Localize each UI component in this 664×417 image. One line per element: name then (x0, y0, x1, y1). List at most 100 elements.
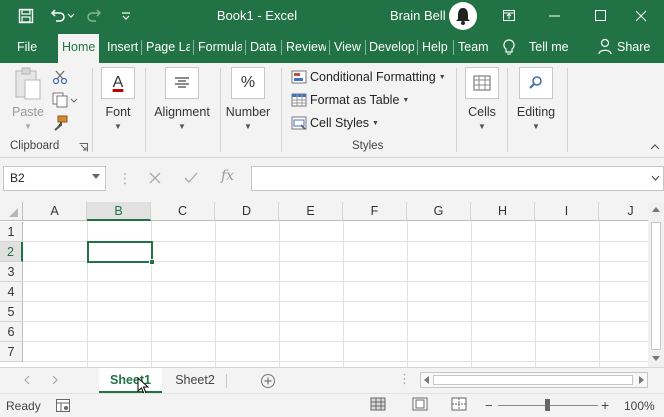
row-header-1[interactable]: 1 (0, 222, 23, 242)
scroll-down-icon[interactable] (652, 356, 660, 362)
format-as-table-dropdown-icon: ▼ (402, 96, 410, 104)
vertical-scroll-thumb[interactable] (651, 222, 661, 350)
format-painter-icon[interactable] (52, 115, 68, 131)
tab-help[interactable]: Help (422, 31, 450, 63)
tab-view[interactable]: View (334, 31, 362, 63)
editing-button[interactable]: Editing ▼ (513, 67, 559, 131)
percent-icon: % (231, 67, 265, 99)
close-icon[interactable] (618, 0, 664, 31)
zoom-in-icon[interactable]: + (601, 397, 609, 413)
ribbon-display-options-icon[interactable] (486, 0, 532, 31)
share-button[interactable]: Share (617, 31, 650, 63)
row-header-7[interactable]: 7 (0, 342, 23, 362)
column-header-d[interactable]: D (215, 202, 279, 221)
paste-dropdown-icon[interactable]: ▼ (10, 122, 46, 131)
tab-page-layout[interactable]: Page Layout (146, 31, 190, 63)
column-header-b[interactable]: B (87, 202, 151, 221)
row-header-6[interactable]: 6 (0, 322, 23, 342)
paste-button[interactable]: Paste ▼ (10, 67, 46, 131)
paste-label: Paste (12, 105, 44, 119)
format-as-table-label: Format as Table (310, 93, 400, 107)
maximize-icon[interactable] (577, 0, 623, 31)
cell-styles-icon (291, 116, 307, 130)
column-header-h[interactable]: H (471, 202, 535, 221)
column-header-e[interactable]: E (279, 202, 343, 221)
tab-developer[interactable]: Developer (369, 31, 414, 63)
cell-styles-label: Cell Styles (310, 116, 370, 130)
scroll-left-icon[interactable] (423, 376, 429, 384)
sheet-scroll-right-icon[interactable] (52, 376, 58, 384)
column-header-g[interactable]: G (407, 202, 471, 221)
format-as-table-icon (291, 93, 307, 107)
horizontal-scrollbar[interactable] (420, 372, 648, 388)
tab-insert[interactable]: Insert (107, 31, 139, 63)
row-header-5[interactable]: 5 (0, 302, 23, 322)
column-header-a[interactable]: A (23, 202, 87, 221)
expand-formula-bar-icon[interactable] (651, 175, 660, 181)
title-bar: Book1 - Excel Brain Bell (0, 0, 664, 31)
tab-splitter-icon[interactable]: ⋮ (398, 371, 411, 387)
normal-view-icon[interactable] (370, 397, 386, 411)
row-header-2[interactable]: 2 (0, 242, 23, 262)
cut-icon[interactable] (52, 69, 68, 85)
tab-review[interactable]: Review (286, 31, 326, 63)
font-button[interactable]: A Font ▼ (100, 67, 136, 131)
formula-input[interactable] (251, 166, 664, 191)
bell-icon[interactable] (449, 2, 477, 30)
tab-formulas[interactable]: Formulas (198, 31, 242, 63)
fill-handle[interactable] (149, 259, 155, 265)
worksheet-grid[interactable]: A B C D E F G H I J 1 2 3 4 5 6 7 (0, 202, 648, 367)
macro-recording-icon[interactable] (56, 399, 70, 412)
collapse-ribbon-icon[interactable] (650, 143, 660, 150)
zoom-level[interactable]: 100% (624, 399, 655, 413)
formula-bar-splitter-icon[interactable]: ⋮ (118, 170, 132, 187)
horizontal-scroll-thumb[interactable] (433, 375, 633, 385)
clipboard-launcher-icon[interactable] (79, 143, 88, 152)
cell-styles-button[interactable]: Cell Styles ▼ (291, 113, 379, 133)
lightbulb-icon[interactable] (502, 31, 516, 63)
tab-data[interactable]: Data (250, 31, 278, 63)
row-header-4[interactable]: 4 (0, 282, 23, 302)
active-cell-b2[interactable] (87, 241, 153, 263)
row-header-3[interactable]: 3 (0, 262, 23, 282)
zoom-out-icon[interactable]: − (485, 398, 493, 413)
add-sheet-icon[interactable] (260, 373, 276, 389)
column-header-f[interactable]: F (343, 202, 407, 221)
cells-button[interactable]: Cells ▼ (464, 67, 500, 131)
sheet-tab-sheet1[interactable]: Sheet1 (99, 368, 162, 393)
alignment-button[interactable]: Alignment ▼ (151, 67, 213, 131)
sheet-tab-sheet2[interactable]: Sheet2 (166, 368, 224, 393)
tell-me-search[interactable]: Tell me (529, 31, 569, 63)
insert-function-icon[interactable]: fx (221, 168, 234, 184)
editing-label: Editing (516, 105, 556, 119)
conditional-formatting-button[interactable]: Conditional Formatting ▼ (291, 67, 446, 87)
name-box[interactable]: B2 (3, 166, 106, 191)
zoom-slider-thumb[interactable] (545, 399, 550, 411)
column-header-i[interactable]: I (535, 202, 599, 221)
scroll-right-icon[interactable] (639, 376, 645, 384)
format-as-table-button[interactable]: Format as Table ▼ (291, 90, 409, 110)
column-header-j[interactable]: J (599, 202, 648, 221)
sheet-scroll-left-icon[interactable] (24, 376, 30, 384)
enter-entry-icon[interactable] (184, 172, 198, 184)
tab-file[interactable]: File (17, 31, 37, 63)
ribbon-tab-bar: File Home Insert Page Layout Formulas Da… (0, 31, 664, 63)
number-button[interactable]: % Number ▼ (225, 67, 271, 131)
vertical-scrollbar[interactable] (648, 202, 664, 367)
copy-icon[interactable] (52, 92, 78, 108)
page-break-preview-icon[interactable] (451, 397, 467, 411)
minimize-icon[interactable] (531, 0, 577, 31)
share-icon[interactable] (597, 31, 613, 63)
scroll-up-icon[interactable] (652, 206, 660, 212)
user-name[interactable]: Brain Bell (390, 8, 446, 23)
column-header-c[interactable]: C (151, 202, 215, 221)
align-center-icon (165, 67, 199, 99)
select-all-corner[interactable] (0, 202, 23, 221)
cancel-entry-icon[interactable] (149, 172, 161, 184)
page-layout-view-icon[interactable] (412, 397, 428, 411)
name-box-value: B2 (10, 171, 25, 185)
find-icon (519, 67, 553, 99)
name-box-dropdown-icon[interactable] (92, 174, 100, 180)
tab-home[interactable]: Home (58, 34, 100, 63)
tab-team[interactable]: Team (458, 31, 490, 63)
